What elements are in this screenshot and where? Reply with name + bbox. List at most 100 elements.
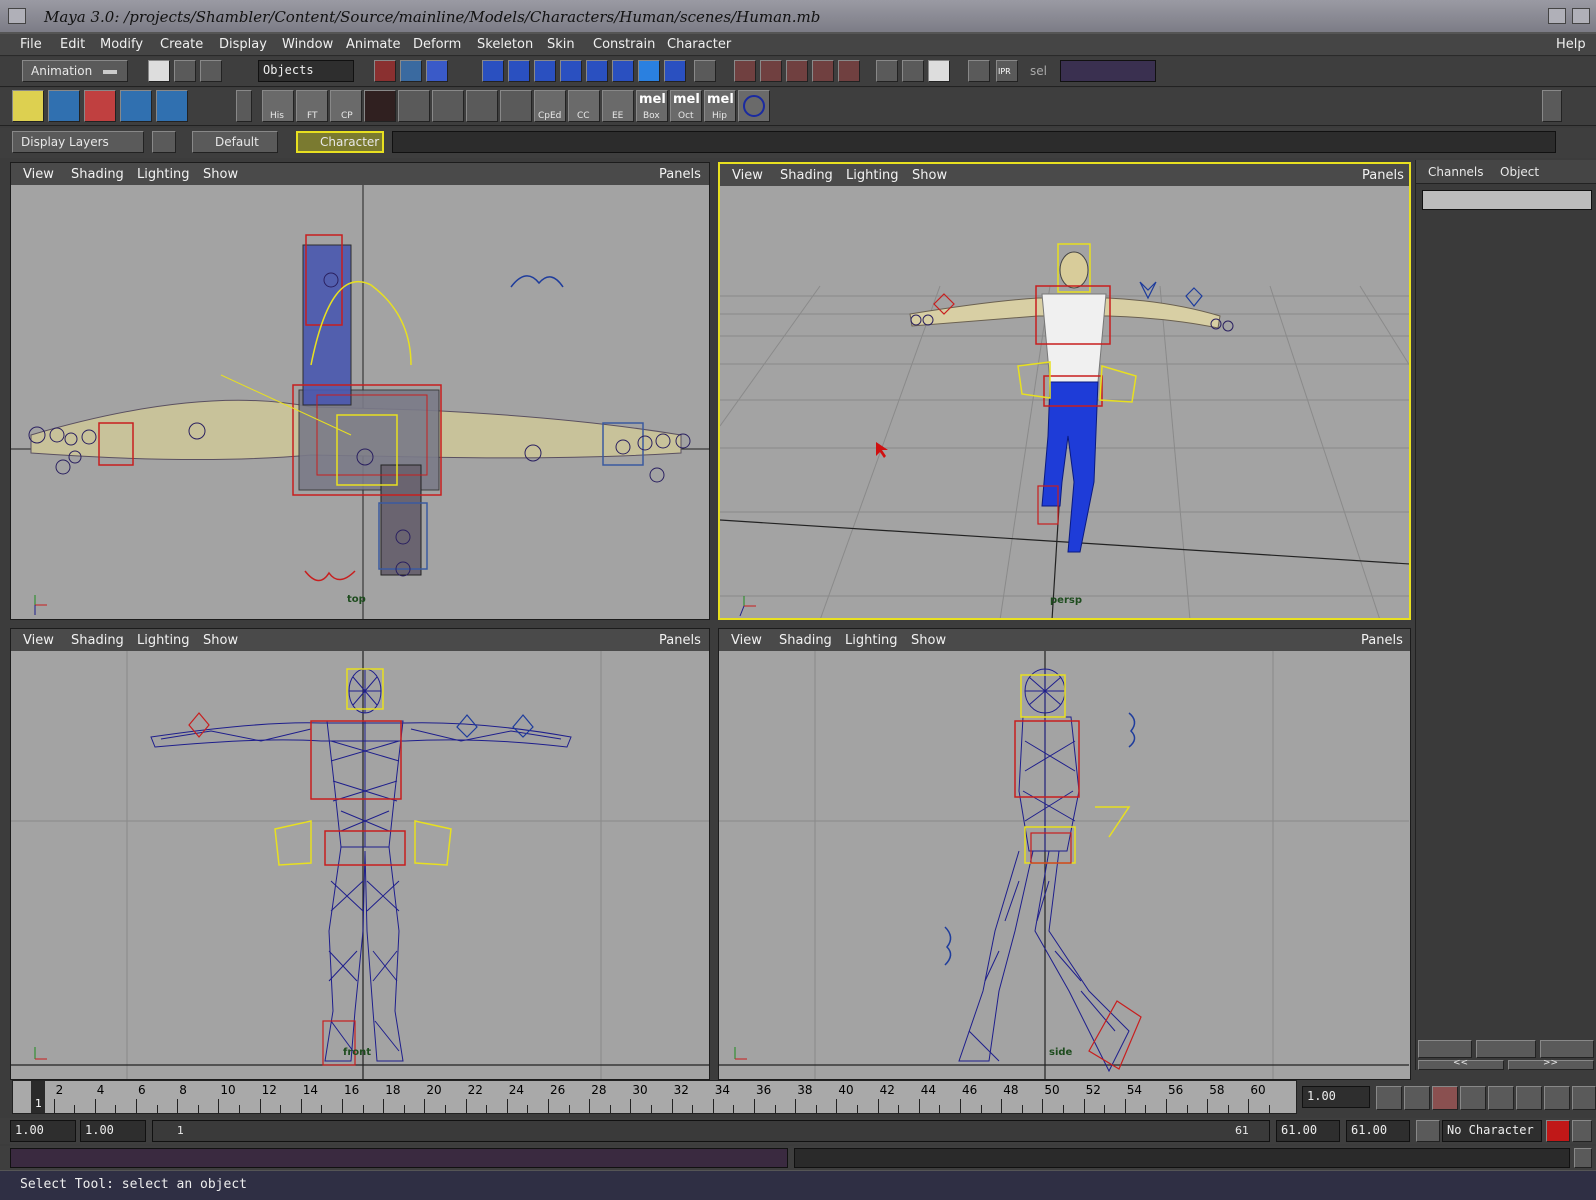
go-to-start-icon[interactable] (1376, 1086, 1402, 1110)
vp-side-show[interactable]: Show (911, 633, 946, 648)
channel-object-name-field[interactable] (1422, 190, 1592, 210)
shelf-circle-icon[interactable] (738, 90, 770, 122)
menu-file[interactable]: File (20, 37, 42, 52)
layer-options-icon[interactable] (152, 131, 176, 153)
default-layer-button[interactable]: Default (192, 131, 278, 153)
preferences-icon[interactable] (1572, 1120, 1592, 1142)
object-tab[interactable]: Object (1500, 165, 1539, 179)
viewport-front[interactable]: View Shading Lighting Show Panels front (10, 628, 710, 1080)
time-slider[interactable]: 2 4 6 8 10 12 14 16 18 20 22 24 26 28 30 32 34 36 38 40 42 44… (12, 1080, 1297, 1114)
vp-side-view[interactable]: View (731, 633, 762, 648)
curve-mask-icon[interactable] (534, 60, 556, 82)
current-time-field[interactable]: 1.00 (1302, 1086, 1370, 1108)
selection-mask-field[interactable]: Objects (258, 60, 354, 82)
menu-deform[interactable]: Deform (413, 37, 461, 52)
lasso-tool-icon[interactable] (48, 90, 80, 122)
step-back-frame-icon[interactable] (1432, 1086, 1458, 1110)
vp-front-shading[interactable]: Shading (71, 633, 124, 648)
vp-front-view[interactable]: View (23, 633, 54, 648)
go-to-end-icon[interactable] (1572, 1086, 1596, 1110)
select-by-object-icon[interactable] (400, 60, 422, 82)
channel-next-button[interactable]: >> (1508, 1058, 1594, 1070)
viewport-persp[interactable]: View Shading Lighting Show Panels persp (718, 162, 1411, 620)
deformer-mask-icon[interactable] (586, 60, 608, 82)
joint-mask-icon[interactable] (508, 60, 530, 82)
menu-set-dropdown[interactable]: Animation (22, 60, 128, 82)
menu-help[interactable]: Help (1556, 37, 1586, 52)
select-by-component-icon[interactable] (426, 60, 448, 82)
shelf-joint-tool-icon[interactable] (398, 90, 430, 122)
menu-modify[interactable]: Modify (100, 37, 143, 52)
select-tool-icon[interactable] (12, 90, 44, 122)
shelf-scroll-icon[interactable] (1542, 90, 1562, 122)
ipr-render-icon[interactable]: IPR (996, 60, 1018, 82)
render-mask-icon[interactable] (638, 60, 660, 82)
shelf-his-button[interactable]: His (262, 90, 294, 122)
vp-top-panels[interactable]: Panels (659, 167, 701, 182)
command-input[interactable] (10, 1148, 788, 1168)
menu-edit[interactable]: Edit (60, 37, 85, 52)
vp-top-shading[interactable]: Shading (71, 167, 124, 182)
render-view-icon[interactable] (968, 60, 990, 82)
maximize-icon[interactable] (1572, 8, 1590, 24)
quick-selection-field[interactable] (1060, 60, 1156, 82)
vp-front-lighting[interactable]: Lighting (137, 633, 190, 648)
menu-animate[interactable]: Animate (346, 37, 400, 52)
save-scene-icon[interactable] (200, 60, 222, 82)
menu-create[interactable]: Create (160, 37, 203, 52)
shelf-mel-box-button[interactable]: mel Box (636, 90, 668, 122)
snap-grid-icon[interactable] (734, 60, 756, 82)
shelf-ee-button[interactable]: EE (602, 90, 634, 122)
snap-curve-icon[interactable] (760, 60, 782, 82)
snap-point-icon[interactable] (786, 60, 808, 82)
viewport-side[interactable]: View Shading Lighting Show Panels side (718, 628, 1411, 1080)
minimize-icon[interactable] (1548, 8, 1566, 24)
menu-window[interactable]: Window (282, 37, 333, 52)
playback-start-field[interactable]: 1.00 (80, 1120, 146, 1142)
play-forwards-icon[interactable] (1488, 1086, 1514, 1110)
layout-channel-icon[interactable] (1418, 1040, 1472, 1058)
output-history-icon[interactable] (902, 60, 924, 82)
step-forward-frame-icon[interactable] (1516, 1086, 1542, 1110)
playback-end-field[interactable]: 61.00 (1276, 1120, 1340, 1142)
shelf-tabs-icon[interactable] (236, 90, 252, 122)
viewport-top[interactable]: View Shading Lighting Show Panels top (10, 162, 710, 620)
character-layer-button[interactable]: Character (296, 131, 384, 153)
shelf-keyboard-icon[interactable] (364, 90, 396, 122)
current-character-field[interactable]: No Character (1442, 1120, 1542, 1142)
shelf-ik-spline-icon[interactable] (466, 90, 498, 122)
new-scene-icon[interactable] (148, 60, 170, 82)
script-editor-icon[interactable] (1574, 1148, 1592, 1168)
vp-persp-panels[interactable]: Panels (1362, 168, 1404, 183)
lock-selection-icon[interactable] (694, 60, 716, 82)
surface-mask-icon[interactable] (560, 60, 582, 82)
character-set-dropdown-icon[interactable] (1416, 1120, 1440, 1142)
move-tool-icon[interactable] (84, 90, 116, 122)
shelf-mel-oct-button[interactable]: mel Oct (670, 90, 702, 122)
layout-attribute-icon[interactable] (1476, 1040, 1536, 1058)
menu-display[interactable]: Display (219, 37, 267, 52)
shelf-ik-curve-icon[interactable] (500, 90, 532, 122)
vp-persp-show[interactable]: Show (912, 168, 947, 183)
handle-mask-icon[interactable] (482, 60, 504, 82)
construction-history-icon[interactable] (928, 60, 950, 82)
vp-persp-shading[interactable]: Shading (780, 168, 833, 183)
vp-persp-view[interactable]: View (732, 168, 763, 183)
step-back-key-icon[interactable] (1404, 1086, 1430, 1110)
display-layers-dropdown[interactable]: Display Layers (12, 131, 144, 153)
channel-prev-button[interactable]: << (1418, 1058, 1504, 1070)
auto-key-icon[interactable] (1546, 1120, 1570, 1142)
window-menu-icon[interactable] (8, 8, 26, 24)
vp-top-show[interactable]: Show (203, 167, 238, 182)
vp-front-panels[interactable]: Panels (659, 633, 701, 648)
menu-skin[interactable]: Skin (547, 37, 575, 52)
shelf-mel-hip-button[interactable]: mel Hip (704, 90, 736, 122)
shelf-cp-button[interactable]: CP (330, 90, 362, 122)
step-forward-key-icon[interactable] (1544, 1086, 1570, 1110)
range-slider[interactable]: 1 61 (152, 1120, 1270, 1142)
menu-skeleton[interactable]: Skeleton (477, 37, 533, 52)
menu-character[interactable]: Character (667, 37, 731, 52)
start-time-field[interactable]: 1.00 (10, 1120, 76, 1142)
current-frame-marker[interactable]: 1 (31, 1081, 45, 1113)
dynamics-mask-icon[interactable] (612, 60, 634, 82)
